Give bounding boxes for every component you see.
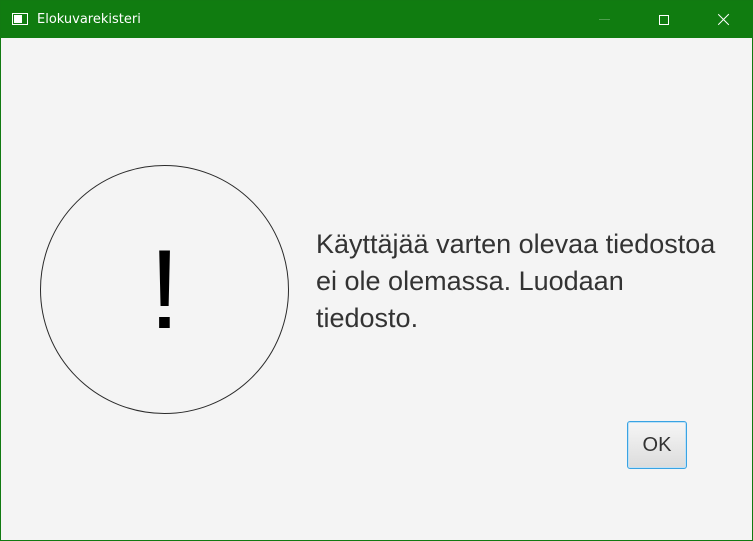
maximize-button[interactable] — [641, 1, 687, 38]
close-icon — [717, 13, 730, 26]
minimize-button[interactable] — [581, 1, 627, 38]
window-title: Elokuvarekisteri — [37, 12, 141, 27]
title-bar[interactable]: Elokuvarekisteri — [1, 1, 752, 38]
dialog-window: Elokuvarekisteri ! Käyttäjää varten olev… — [0, 0, 753, 541]
dialog-message: Käyttäjää varten olevaa tiedostoa ei ole… — [316, 229, 716, 333]
exclamation-mark: ! — [148, 226, 181, 352]
minimize-icon — [598, 19, 610, 20]
maximize-icon — [659, 14, 669, 25]
ok-button[interactable]: OK — [627, 421, 687, 469]
app-window-icon — [12, 13, 28, 25]
warning-icon: ! — [40, 165, 289, 414]
close-button[interactable] — [700, 1, 746, 38]
dialog-content: ! Käyttäjää varten olevaa tiedostoa ei o… — [1, 39, 752, 540]
